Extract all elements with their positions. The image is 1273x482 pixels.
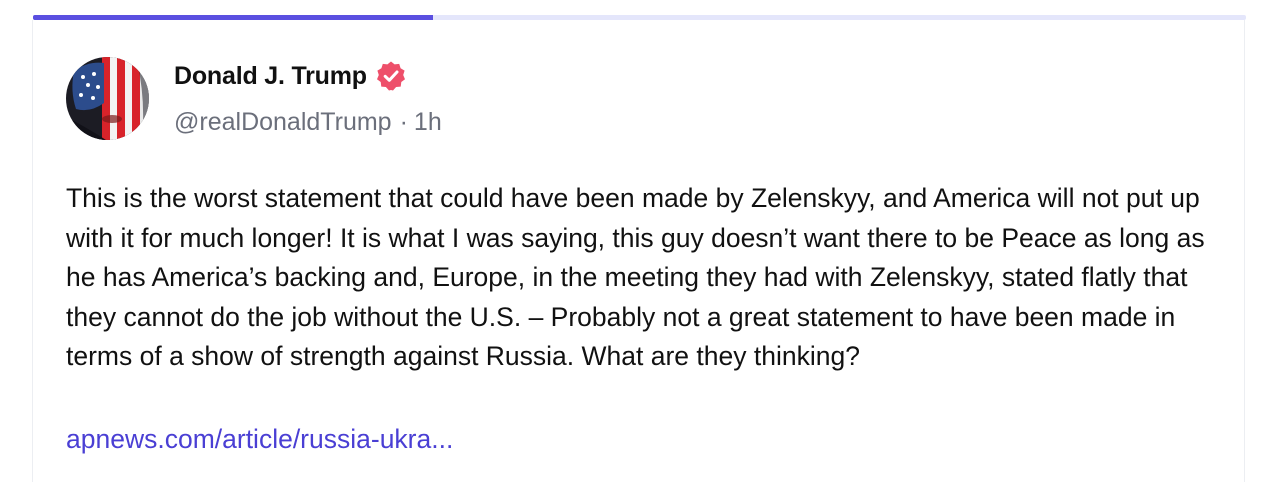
post-body-text: This is the worst statement that could h… [66,183,1205,371]
display-name-text: Donald J. Trump [174,61,367,90]
avatar[interactable] [66,57,149,140]
author-display-name[interactable]: Donald J. Trump [174,60,407,92]
author-meta: @realDonaldTrump · 1h [174,108,442,137]
post-card[interactable]: Donald J. Trump @realDonaldTrump · 1h This… [32,20,1245,482]
post-timestamp[interactable]: 1h [414,108,442,136]
meta-separator: · [399,108,408,136]
avatar-image [66,57,149,140]
post-page: Donald J. Trump @realDonaldTrump · 1h This… [0,0,1273,482]
post-link[interactable]: apnews.com/article/russia-ukra... [66,420,453,460]
verified-badge-icon [375,60,407,92]
author-handle[interactable]: @realDonaldTrump [174,108,392,136]
